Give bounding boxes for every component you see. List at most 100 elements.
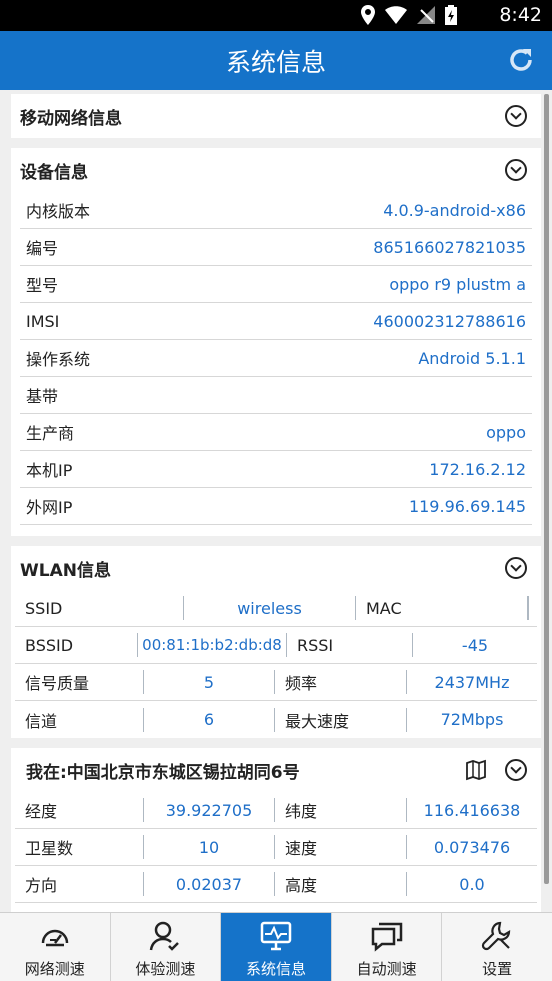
dir-value: 0.02037 bbox=[144, 872, 275, 896]
battery-icon bbox=[445, 5, 457, 25]
device-info-header[interactable]: 设备信息 bbox=[11, 148, 541, 192]
direction-row: 方向 0.02037 高度 0.0 bbox=[15, 866, 537, 903]
alt-value: 0.0 bbox=[459, 874, 485, 894]
row-label: 基带 bbox=[26, 387, 59, 406]
nav-item-experience-speed[interactable]: 体验测速 bbox=[111, 913, 222, 981]
satellite-row: 卫星数 10 速度 0.073476 bbox=[15, 829, 537, 866]
mobile-network-header[interactable]: 移动网络信息 bbox=[11, 94, 541, 138]
location-icon bbox=[361, 5, 375, 25]
ssid-row: SSID wireless MAC bbox=[15, 590, 537, 627]
row-value: oppo r9 plustm a bbox=[389, 274, 526, 294]
lat-label: 纬度 bbox=[275, 798, 407, 822]
chevron-down-icon[interactable] bbox=[505, 105, 527, 127]
user-check-icon bbox=[150, 921, 180, 951]
wifi-icon bbox=[385, 6, 407, 24]
map-icon[interactable] bbox=[465, 759, 487, 781]
baseband-row: 基带 bbox=[20, 377, 532, 414]
freq-label: 频率 bbox=[275, 670, 407, 694]
local-ip-row: 本机IP 172.16.2.12 bbox=[20, 451, 532, 488]
row-label: 本机IP bbox=[26, 461, 73, 480]
row-label: 内核版本 bbox=[26, 202, 91, 221]
chevron-down-icon[interactable] bbox=[505, 759, 527, 781]
row-label: 外网IP bbox=[26, 498, 73, 517]
nav-item-network-speed[interactable]: 网络测速 bbox=[0, 913, 111, 981]
row-value: Android 5.1.1 bbox=[418, 348, 526, 368]
status-icons bbox=[361, 5, 457, 25]
nav-item-system-info[interactable]: 系统信息 bbox=[221, 913, 332, 981]
page-title: 系统信息 bbox=[225, 48, 326, 77]
nav-label: 系统信息 bbox=[245, 960, 306, 978]
refresh-icon[interactable] bbox=[506, 45, 536, 75]
row-label: 生产商 bbox=[26, 424, 75, 443]
lon-value: 39.922705 bbox=[144, 798, 275, 822]
os-row: 操作系统 Android 5.1.1 bbox=[20, 340, 532, 377]
quality-label: 信号质量 bbox=[15, 670, 144, 694]
nav-label: 网络测速 bbox=[24, 960, 85, 978]
content-scroll[interactable]: 移动网络信息 设备信息 内核版本 4.0.9-android-x86 编号 8651… bbox=[0, 90, 552, 912]
row-label: IMSI bbox=[26, 311, 60, 331]
serial-row: 编号 865166027821035 bbox=[20, 229, 532, 266]
speed-value: 72Mbps bbox=[440, 710, 504, 729]
row-value: 4.0.9-android-x86 bbox=[383, 200, 526, 220]
app-bar: 系统信息 bbox=[0, 31, 552, 90]
manufacturer-row: 生产商 oppo bbox=[20, 414, 532, 451]
nav-label: 自动测速 bbox=[356, 960, 417, 978]
chevron-down-icon[interactable] bbox=[505, 557, 527, 579]
bssid-value: 00:81:1b:b2:db:d8 bbox=[138, 633, 287, 657]
channel-row: 信道 6 最大速度 72Mbps bbox=[15, 701, 537, 738]
alt-label: 高度 bbox=[275, 872, 407, 896]
location-title: 我在:中国北京市东城区锡拉胡同6号 bbox=[26, 762, 300, 783]
quality-row: 信号质量 5 频率 2437MHz bbox=[15, 664, 537, 701]
longitude-row: 经度 39.922705 纬度 116.416638 bbox=[15, 792, 537, 829]
location-header[interactable]: 我在:中国北京市东城区锡拉胡同6号 bbox=[11, 748, 541, 792]
bssid-row: BSSID 00:81:1b:b2:db:d8 RSSI -45 bbox=[15, 627, 537, 664]
no-signal-icon bbox=[417, 6, 435, 24]
rssi-label: RSSI bbox=[287, 633, 413, 657]
channel-value: 6 bbox=[144, 707, 275, 732]
location-section: 我在:中国北京市东城区锡拉胡同6号 经度 39.922705 纬度 116.41… bbox=[11, 748, 541, 912]
bssid-label: BSSID bbox=[15, 633, 138, 657]
status-bar: 8:42 bbox=[0, 0, 552, 31]
vel-label: 速度 bbox=[275, 835, 407, 859]
monitor-icon bbox=[260, 921, 292, 951]
wrench-icon bbox=[482, 921, 511, 951]
row-value: 460002312788616 bbox=[373, 311, 526, 331]
dir-label: 方向 bbox=[15, 872, 144, 896]
speedometer-icon bbox=[41, 929, 69, 947]
rssi-value: -45 bbox=[461, 635, 489, 655]
row-label: 操作系统 bbox=[26, 350, 91, 369]
sat-value: 10 bbox=[144, 835, 275, 859]
channel-label: 信道 bbox=[15, 707, 144, 732]
device-info-section: 设备信息 内核版本 4.0.9-android-x86 编号 86516602782… bbox=[11, 148, 541, 536]
model-row: 型号 oppo r9 plustm a bbox=[20, 266, 532, 303]
nav-item-settings[interactable]: 设置 bbox=[442, 913, 552, 981]
lon-label: 经度 bbox=[15, 798, 144, 822]
nav-label: 设置 bbox=[482, 960, 513, 978]
mac-value bbox=[528, 596, 537, 620]
status-time: 8:42 bbox=[499, 4, 542, 26]
row-value: 172.16.2.12 bbox=[429, 459, 526, 479]
ssid-value: wireless bbox=[184, 596, 356, 620]
ssid-label: SSID bbox=[15, 596, 184, 620]
quality-value: 5 bbox=[144, 670, 275, 694]
wlan-info-header[interactable]: WLAN信息 bbox=[11, 546, 541, 590]
freq-value: 2437MHz bbox=[434, 672, 510, 692]
row-value: 865166027821035 bbox=[373, 237, 526, 257]
public-ip-row: 外网IP 119.96.69.145 bbox=[20, 488, 532, 525]
vel-value: 0.073476 bbox=[433, 837, 511, 857]
mobile-network-section: 移动网络信息 bbox=[11, 94, 541, 138]
nav-label: 体验测速 bbox=[135, 960, 196, 978]
chevron-down-icon[interactable] bbox=[505, 159, 527, 181]
row-value: oppo bbox=[486, 422, 526, 442]
sat-label: 卫星数 bbox=[15, 835, 144, 859]
kernel-row: 内核版本 4.0.9-android-x86 bbox=[20, 192, 532, 229]
scrollbar[interactable] bbox=[544, 94, 549, 884]
imsi-row: IMSI 460002312788616 bbox=[20, 303, 532, 340]
nav-item-auto-speed[interactable]: 自动测速 bbox=[332, 913, 443, 981]
lat-value: 116.416638 bbox=[423, 800, 521, 820]
wlan-info-section: WLAN信息 SSID wireless MAC BSSID 00:81:1b:… bbox=[11, 546, 541, 738]
chat-icon bbox=[371, 922, 402, 952]
section-title: WLAN信息 bbox=[20, 560, 111, 581]
row-label: 编号 bbox=[26, 239, 59, 258]
row-label: 型号 bbox=[26, 276, 59, 295]
